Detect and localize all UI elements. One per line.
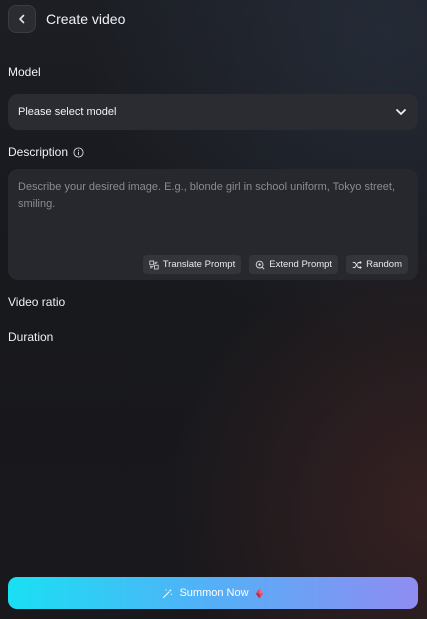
video-ratio-label-text: Video ratio	[8, 295, 66, 309]
description-input[interactable]	[8, 169, 418, 249]
description-label-text: Description	[8, 145, 69, 159]
gem-icon	[255, 588, 264, 599]
prompt-actions: Translate Prompt Extend Prompt Random	[142, 255, 408, 274]
description-label: Description	[8, 145, 84, 159]
extend-prompt-label: Extend Prompt	[269, 259, 333, 270]
duration-label: Duration	[8, 330, 53, 344]
summon-now-button[interactable]: Summon Now	[8, 577, 418, 609]
model-label-text: Model	[8, 65, 41, 79]
extend-prompt-button[interactable]: Extend Prompt	[249, 255, 339, 274]
translate-icon	[149, 260, 159, 269]
info-icon[interactable]	[73, 146, 84, 158]
extend-icon	[255, 260, 265, 270]
random-label: Random	[366, 259, 402, 270]
magic-wand-icon	[162, 588, 173, 599]
video-ratio-label: Video ratio	[8, 295, 65, 309]
model-select-value: Please select model	[18, 106, 117, 118]
model-label: Model	[8, 65, 41, 79]
translate-prompt-button[interactable]: Translate Prompt	[142, 255, 242, 274]
back-button[interactable]	[8, 5, 36, 33]
summon-now-label: Summon Now	[179, 587, 249, 599]
translate-prompt-label: Translate Prompt	[162, 259, 236, 270]
chevron-down-icon	[394, 105, 408, 119]
header: Create video	[8, 4, 125, 34]
duration-label-text: Duration	[8, 330, 54, 344]
random-button[interactable]: Random	[346, 255, 408, 274]
description-box: Translate Prompt Extend Prompt Random	[8, 169, 418, 280]
model-select[interactable]: Please select model	[8, 94, 418, 130]
page-title: Create video	[46, 11, 126, 27]
chevron-left-icon	[16, 13, 28, 25]
shuffle-icon	[352, 260, 362, 269]
